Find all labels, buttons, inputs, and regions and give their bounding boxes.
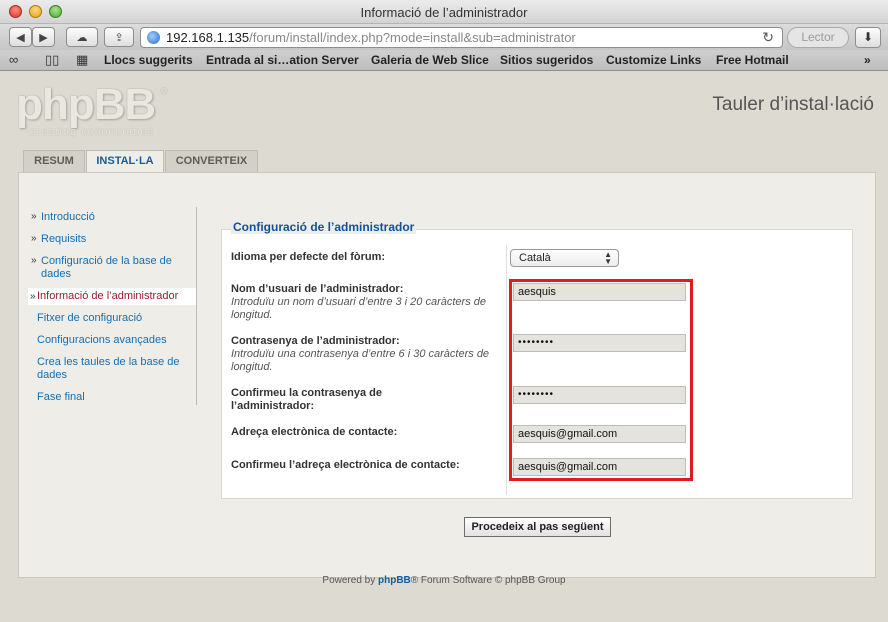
language-label-text: Idioma per defecte del fòrum: (231, 251, 386, 263)
registered-mark: ® (160, 86, 169, 98)
bookmark-item[interactable]: Galeria de Web Slice (371, 53, 489, 67)
logo-text: phpBB (16, 80, 156, 129)
logo-tagline: creating communities (30, 126, 154, 138)
phpbb-logo[interactable]: phpBB ® creating communities (16, 80, 176, 138)
form-legend: Configuració de l’administrador (231, 220, 417, 234)
downloads-button[interactable]: ⬇ (855, 27, 881, 48)
submit-button[interactable]: Procedeix al pas següent (464, 517, 611, 537)
username-label: Nom d’usuari de l’administrador: Introdu… (231, 283, 501, 322)
url-text: 192.168.1.135/forum/install/index.php?mo… (166, 30, 576, 45)
menu-item-configuracions-avancades[interactable]: Configuracions avançades (28, 332, 196, 349)
bookmarks-overflow-icon[interactable]: » (864, 53, 871, 67)
forward-button[interactable]: ▶ (32, 27, 55, 47)
page-footer: Powered by phpBB® Forum Software © phpBB… (0, 575, 888, 586)
bookmark-item[interactable]: Customize Links (606, 53, 701, 67)
forward-arrow-icon: ▶ (39, 31, 48, 44)
share-icon: ⇪ (114, 31, 124, 44)
page-content: phpBB ® creating communities Tauler d’in… (0, 72, 888, 622)
menu-item-fase-final[interactable]: Fase final (28, 389, 196, 406)
menu-item-requisits[interactable]: Requisits (28, 231, 196, 248)
language-select[interactable]: Català ▲ ▼ (510, 249, 619, 267)
address-bar[interactable]: 192.168.1.135/forum/install/index.php?mo… (140, 27, 783, 48)
bookmarks-book-icon[interactable]: ▯▯ (45, 52, 59, 68)
annotation-highlight-box (509, 279, 693, 481)
share-button[interactable]: ⇪ (104, 27, 134, 47)
menu-divider (196, 207, 197, 405)
url-host: 192.168.1.135 (166, 30, 250, 45)
window-title: Informació de l’administrador (360, 5, 528, 20)
menu-item-introduccio[interactable]: Introducció (28, 209, 196, 226)
cloud-icon: ☁ (76, 31, 88, 44)
site-title: Tauler d’instal·lació (712, 94, 874, 115)
email-confirm-label: Confirmeu l’adreça electrònica de contac… (231, 459, 501, 472)
bookmark-item[interactable]: Entrada al si…ation Server (206, 53, 359, 67)
icloud-button[interactable]: ☁ (66, 27, 98, 47)
download-icon: ⬇ (862, 30, 874, 44)
url-path: /forum/install/index.php?mode=install&su… (249, 30, 576, 45)
username-label-text: Nom d’usuari de l’administrador: (231, 283, 404, 295)
tab-resum[interactable]: RESUM (23, 150, 85, 172)
top-sites-icon[interactable]: ▦ (76, 52, 88, 68)
password-label: Contrasenya de l’administrador: Introduï… (231, 335, 501, 374)
back-button[interactable]: ◀ (9, 27, 32, 47)
footer-suffix: ® Forum Software © phpBB Group (410, 575, 566, 586)
browser-toolbar: ◀ ▶ ☁ ⇪ 192.168.1.135/forum/install/inde… (0, 24, 888, 50)
menu-item-administrador[interactable]: Informació de l’administrador (28, 288, 196, 305)
tab-installa[interactable]: INSTAL·LA (86, 150, 164, 173)
password-label-text: Contrasenya de l’administrador: (231, 335, 400, 347)
email-label-text: Adreça electrònica de contacte: (231, 426, 398, 438)
password-hint: Introduïu una contrasenya d’entre 6 i 30… (231, 348, 490, 373)
select-arrows-icon: ▲ ▼ (604, 250, 612, 266)
reading-list-icon[interactable]: ∞ (9, 52, 18, 67)
menu-item-fitxer-configuracio[interactable]: Fitxer de configuració (28, 310, 196, 327)
globe-icon (147, 31, 160, 44)
tab-converteix[interactable]: CONVERTEIX (165, 150, 258, 172)
back-arrow-icon: ◀ (16, 31, 25, 44)
menu-item-crea-taules[interactable]: Crea les taules de la base de dades (28, 354, 196, 384)
bookmark-item[interactable]: Sitios sugeridos (500, 53, 593, 67)
username-hint: Introduïu un nom d’usuari d’entre 3 i 20… (231, 296, 486, 321)
bookmark-item[interactable]: Llocs suggerits (104, 53, 193, 67)
form-column-divider (506, 245, 507, 495)
bookmark-item[interactable]: Free Hotmail (716, 53, 789, 67)
install-panel: Introducció Requisits Configuració de la… (18, 172, 876, 578)
menu-item-base-de-dades[interactable]: Configuració de la base de dades (28, 253, 196, 283)
language-select-value: Català (519, 252, 551, 264)
password-confirm-label-text: Confirmeu la contrasenya de l’administra… (231, 387, 382, 412)
footer-prefix: Powered by (322, 575, 378, 586)
steps-menu: Introducció Requisits Configuració de la… (28, 209, 196, 411)
bookmarks-bar: ∞ ▯▯ ▦ Llocs suggerits Entrada al si…ati… (0, 50, 888, 71)
email-label: Adreça electrònica de contacte: (231, 426, 501, 439)
email-confirm-label-text: Confirmeu l’adreça electrònica de contac… (231, 459, 460, 471)
reader-button[interactable]: Lector (787, 27, 849, 48)
reload-icon[interactable]: ↻ (762, 29, 774, 46)
title-bar: Informació de l’administrador (0, 0, 888, 24)
password-confirm-label: Confirmeu la contrasenya de l’administra… (231, 387, 421, 413)
footer-phpbb-link[interactable]: phpBB (378, 575, 411, 586)
language-label: Idioma per defecte del fòrum: (231, 251, 501, 264)
